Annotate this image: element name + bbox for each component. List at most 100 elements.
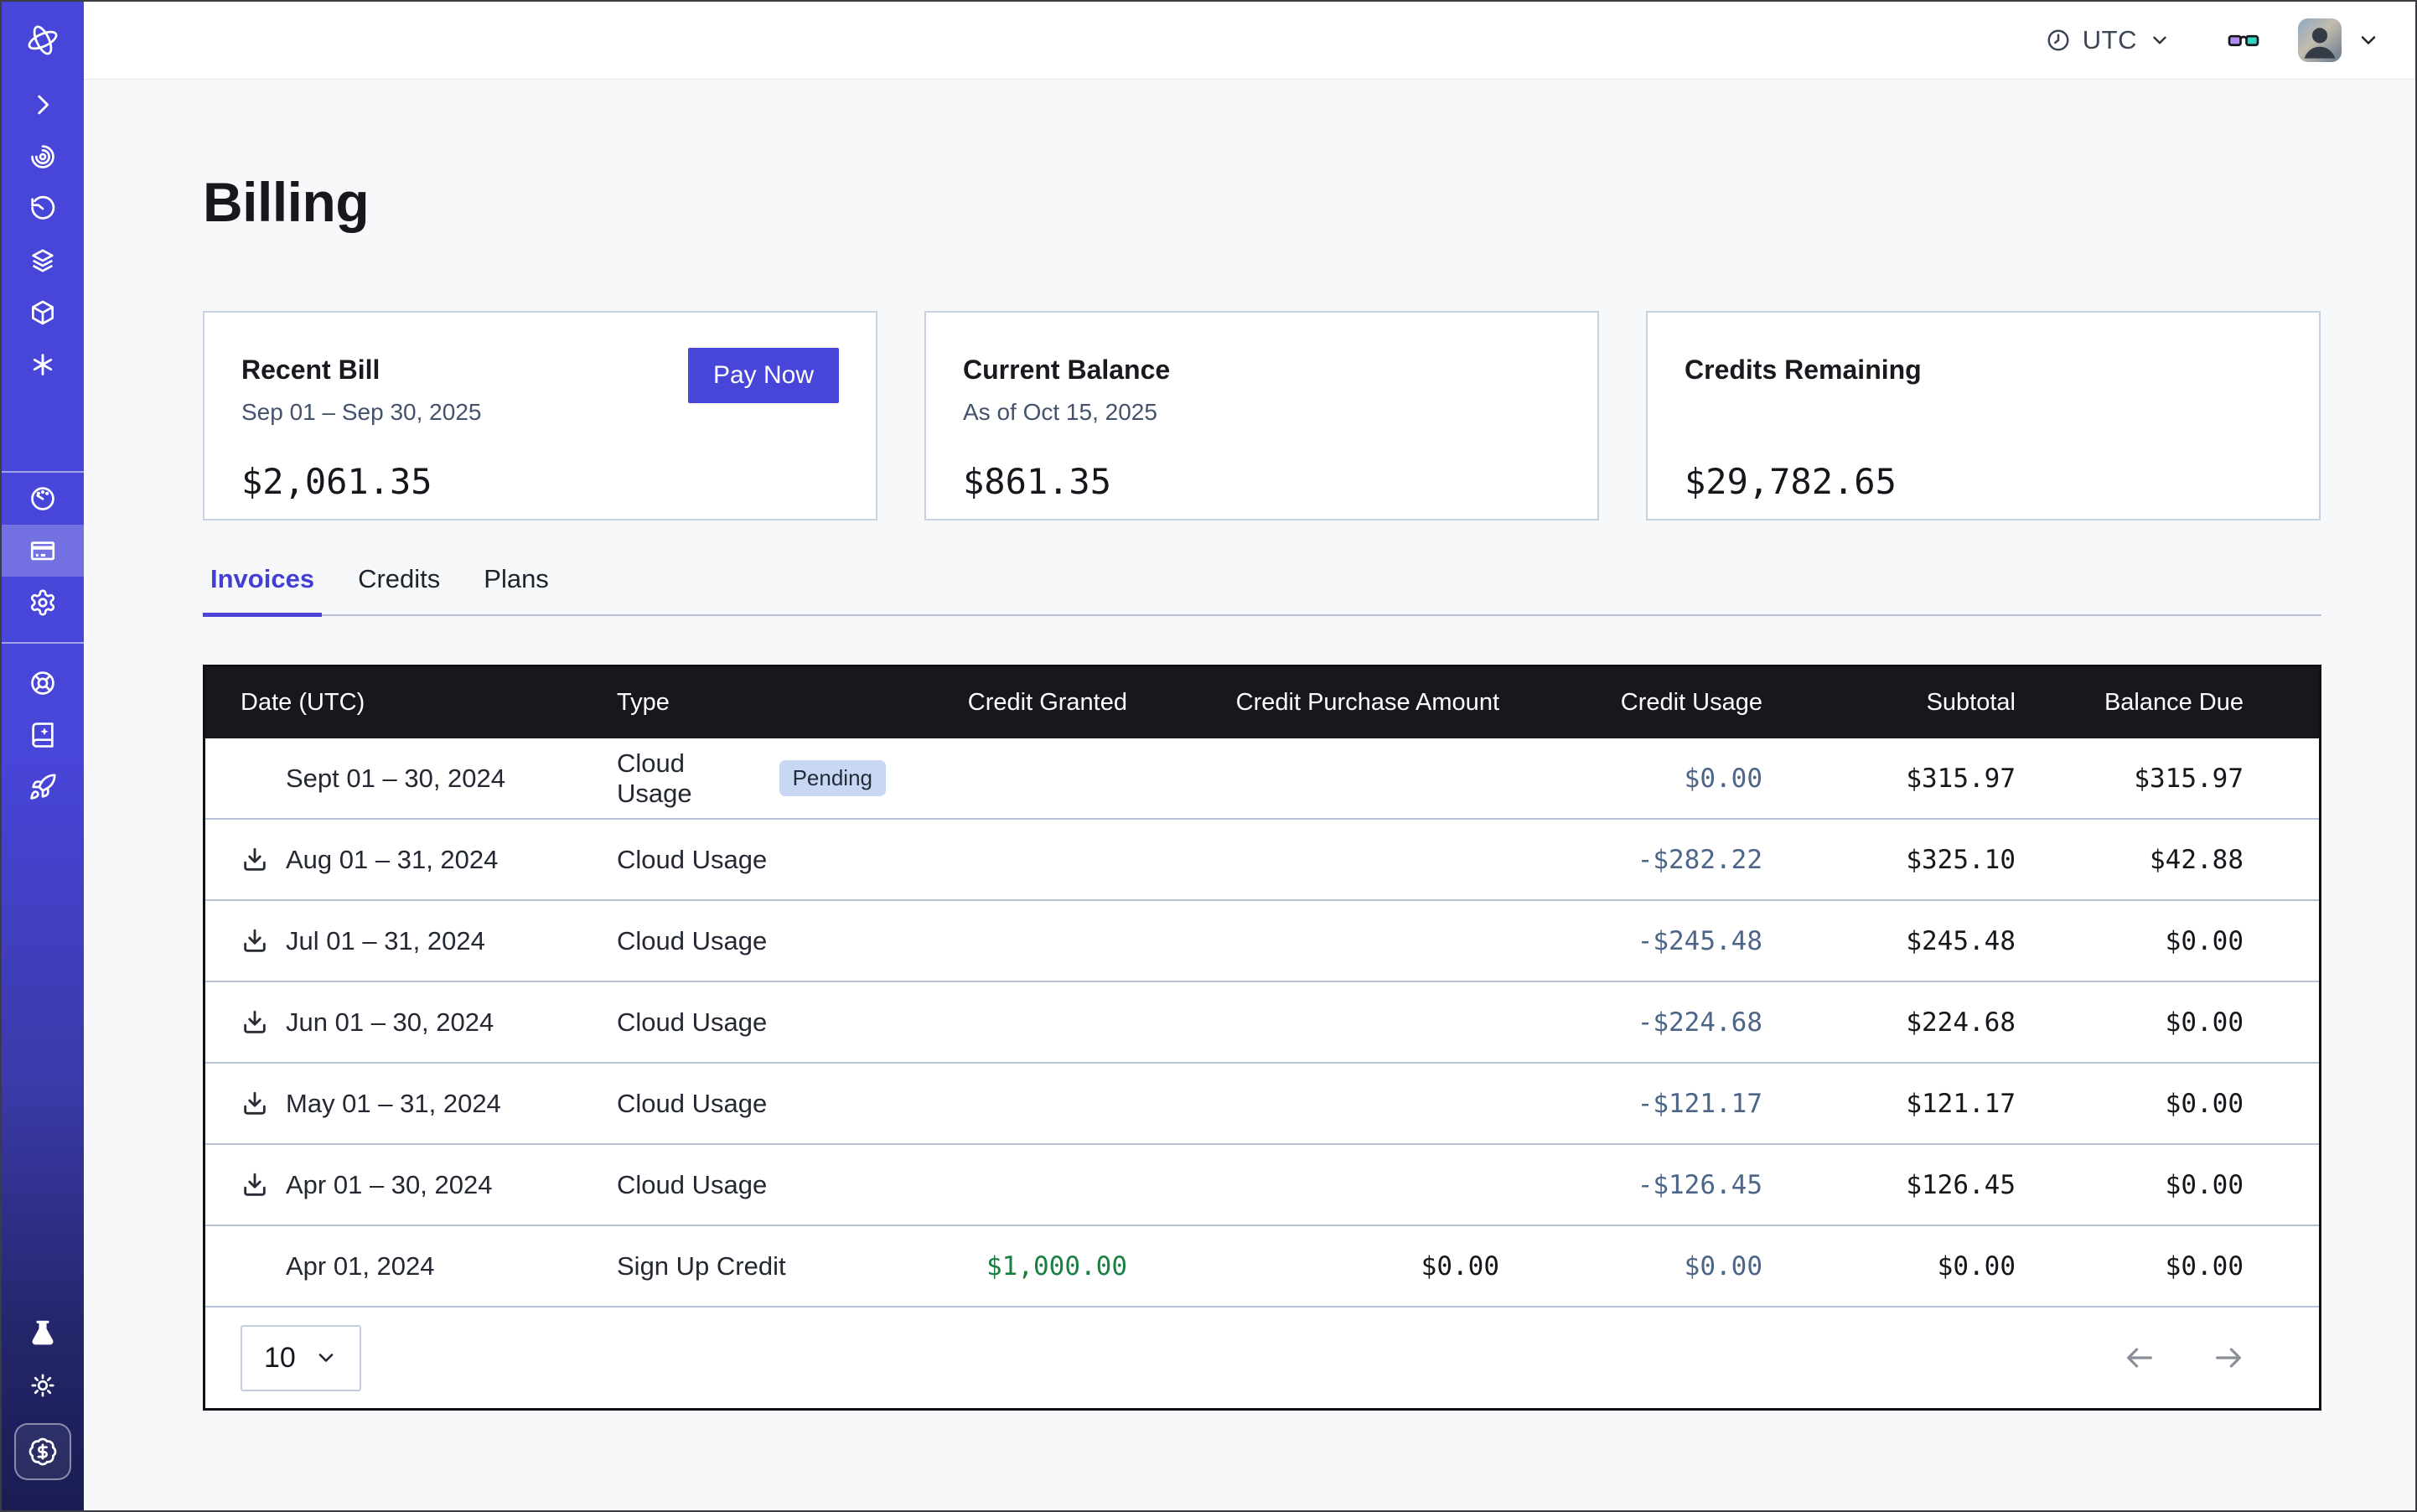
credits-button dollar-badge-icon[interactable] — [14, 1423, 71, 1480]
invoice-date-cell: Apr 01 – 30, 2024 — [205, 1170, 617, 1200]
balance-due-value: $0.00 — [2016, 926, 2319, 956]
invoice-type: Cloud Usage — [617, 748, 763, 809]
sidebar-item-labs flask-icon[interactable] — [2, 1307, 84, 1359]
credit-usage-value: -$282.22 — [1499, 845, 1762, 875]
table-row: Apr 01, 2024 Sign Up Credit $1,000.00 $0… — [205, 1226, 2319, 1307]
tab-plans[interactable]: Plans — [476, 564, 556, 614]
subtotal-value: $121.17 — [1762, 1089, 2016, 1119]
invoice-date-cell: Jul 01 – 31, 2024 — [205, 926, 617, 956]
invoice-date-cell: Aug 01 – 31, 2024 — [205, 845, 617, 875]
credits-remaining-card: Credits Remaining $29,782.65 — [1646, 311, 2321, 520]
invoice-type-cell: Cloud Usage — [617, 1170, 886, 1200]
summary-cards: Recent Bill Sep 01 – Sep 30, 2025 $2,061… — [203, 311, 2321, 520]
pay-now-button[interactable]: Pay Now — [688, 348, 839, 403]
column-header-credit-usage: Credit Usage — [1499, 689, 1762, 717]
page-size-select[interactable]: 10 — [241, 1325, 361, 1391]
timezone-selector[interactable]: UTC — [2046, 25, 2171, 55]
chevron-down-icon — [314, 1346, 338, 1370]
column-header-credit-granted: Credit Granted — [886, 689, 1127, 717]
download-invoice-button download-icon[interactable] — [241, 846, 269, 874]
invoice-type-cell: Cloud Usage — [617, 926, 886, 956]
card-subtitle: Sep 01 – Sep 30, 2025 — [241, 399, 839, 427]
sidebar-item-observe spiral-eye-icon[interactable] — [2, 131, 84, 183]
sidebar-item-support life-ring-icon[interactable] — [2, 657, 84, 709]
previous-page-button arrow-left-icon[interactable] — [2123, 1341, 2156, 1375]
invoices-table: Date (UTC) Type Credit Granted Credit Pu… — [203, 665, 2321, 1411]
page-size-value: 10 — [264, 1342, 296, 1375]
table-header-row: Date (UTC) Type Credit Granted Credit Pu… — [205, 667, 2319, 738]
clock-icon — [2046, 28, 2071, 53]
sidebar-item-containers cube-icon[interactable] — [2, 287, 84, 339]
sidebar-item-layers layers-icon[interactable] — [2, 235, 84, 287]
chevron-down-icon — [2149, 29, 2171, 51]
app-window: UTC Billing — [0, 0, 2417, 1512]
sidebar-collapse-chevron-right-icon[interactable] — [2, 79, 84, 131]
card-subtitle: As of Oct 15, 2025 — [963, 399, 1560, 427]
credit-usage-value: -$121.17 — [1499, 1089, 1762, 1119]
invoice-type-cell: Cloud Usage — [617, 1007, 886, 1038]
invoice-type-cell: Sign Up Credit — [617, 1251, 886, 1282]
credit-granted-value: $1,000.00 — [886, 1251, 1127, 1282]
balance-due-value: $0.00 — [2016, 1089, 2319, 1119]
invoice-type-cell: Cloud Usage — [617, 845, 886, 875]
card-subtitle — [1685, 399, 2282, 427]
sidebar-item-billing credit-card-icon[interactable] — [2, 525, 84, 577]
credit-usage-value: $0.00 — [1499, 764, 1762, 794]
table-row: May 01 – 31, 2024 Cloud Usage -$121.17 $… — [205, 1064, 2319, 1145]
user-avatar[interactable] — [2298, 18, 2342, 62]
column-header-type: Type — [617, 689, 886, 717]
table-footer: 10 — [205, 1307, 2319, 1408]
sidebar-item-services asterisk-icon[interactable] — [2, 339, 84, 391]
reader-glasses-icon[interactable] — [2226, 27, 2261, 54]
invoice-date: Jun 01 – 30, 2024 — [286, 1007, 494, 1038]
billing-page: Billing Recent Bill Sep 01 – Sep 30, 202… — [84, 80, 2415, 1510]
invoice-type-cell: Cloud Usage — [617, 1089, 886, 1119]
balance-due-value: $315.97 — [2016, 764, 2319, 794]
billing-tabs: Invoices Credits Plans — [203, 564, 2321, 616]
table-row: Jul 01 – 31, 2024 Cloud Usage -$245.48 $… — [205, 901, 2319, 982]
orbit-logo-icon[interactable] — [2, 2, 84, 79]
tab-credits[interactable]: Credits — [350, 564, 448, 614]
invoice-type: Sign Up Credit — [617, 1251, 786, 1282]
topbar: UTC — [84, 2, 2415, 80]
timezone-label: UTC — [2083, 25, 2137, 55]
sidebar-item-history history-clock-icon[interactable] — [2, 183, 84, 235]
download-invoice-button download-icon[interactable] — [241, 927, 269, 955]
download-invoice-button download-icon[interactable] — [241, 1008, 269, 1037]
subtotal-value: $0.00 — [1762, 1251, 2016, 1282]
balance-due-value: $42.88 — [2016, 845, 2319, 875]
user-menu-chevron-down-icon[interactable] — [2357, 28, 2380, 52]
invoice-date: Apr 01, 2024 — [286, 1251, 435, 1282]
sidebar-item-settings gear-icon[interactable] — [2, 577, 84, 629]
sidebar — [2, 2, 84, 1510]
current-balance-card: Current Balance As of Oct 15, 2025 $861.… — [924, 311, 1599, 520]
credit-usage-value: -$245.48 — [1499, 926, 1762, 956]
tab-invoices[interactable]: Invoices — [203, 564, 322, 614]
current-balance-amount: $861.35 — [963, 461, 1560, 502]
credit-usage-value: -$126.45 — [1499, 1170, 1762, 1200]
invoice-type: Cloud Usage — [617, 1170, 767, 1200]
invoice-date-cell: Sept 01 – 30, 2024 — [205, 764, 617, 794]
sidebar-divider — [2, 642, 84, 644]
download-invoice-button download-icon[interactable] — [241, 1090, 269, 1118]
invoice-date-cell: May 01 – 31, 2024 — [205, 1089, 617, 1119]
sidebar-item-getting-started rocket-icon[interactable] — [2, 761, 84, 813]
invoice-type: Cloud Usage — [617, 1007, 767, 1038]
sidebar-item-usage gauge-icon[interactable] — [2, 473, 84, 525]
column-header-date: Date (UTC) — [205, 689, 617, 717]
table-row: Apr 01 – 30, 2024 Cloud Usage -$126.45 $… — [205, 1145, 2319, 1226]
recent-bill-amount: $2,061.35 — [241, 461, 839, 502]
invoice-type: Cloud Usage — [617, 1089, 767, 1119]
main-area: UTC Billing — [84, 2, 2415, 1510]
subtotal-value: $315.97 — [1762, 764, 2016, 794]
page-title: Billing — [203, 168, 2415, 236]
sidebar-item-docs book-sparkle-icon[interactable] — [2, 709, 84, 761]
next-page-button arrow-right-icon[interactable] — [2212, 1341, 2245, 1375]
invoice-date: Aug 01 – 31, 2024 — [286, 845, 498, 875]
invoice-date: May 01 – 31, 2024 — [286, 1089, 501, 1119]
download-invoice-button download-icon[interactable] — [241, 1171, 269, 1199]
balance-due-value: $0.00 — [2016, 1251, 2319, 1282]
theme-toggle sun-icon[interactable] — [2, 1359, 84, 1411]
table-row: Jun 01 – 30, 2024 Cloud Usage -$224.68 $… — [205, 982, 2319, 1064]
status-badge: Pending — [779, 760, 886, 796]
